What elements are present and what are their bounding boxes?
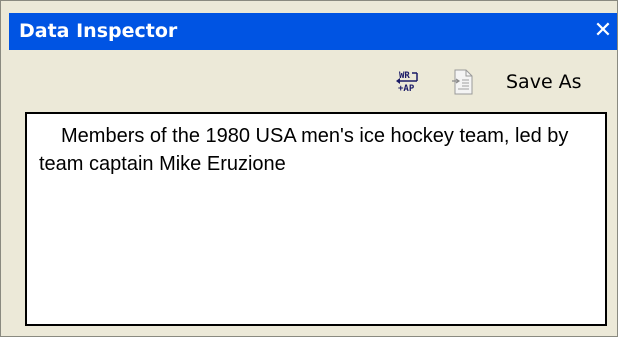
title-bar[interactable]: Data Inspector ✕ — [9, 13, 617, 50]
toolbar: WR +AP Save As — [9, 50, 617, 112]
save-as-button[interactable]: Save As — [506, 71, 582, 93]
export-document-icon[interactable] — [449, 68, 475, 96]
close-icon: ✕ — [593, 18, 613, 43]
svg-text:+AP: +AP — [398, 84, 415, 94]
inspector-text: Members of the 1980 USA men's ice hockey… — [39, 125, 569, 175]
close-button[interactable]: ✕ — [590, 18, 616, 44]
word-wrap-icon[interactable]: WR +AP — [395, 68, 421, 96]
inspector-content[interactable]: Members of the 1980 USA men's ice hockey… — [25, 112, 607, 326]
data-inspector-window: Data Inspector ✕ WR +AP Save As Members … — [0, 0, 618, 337]
svg-text:WR: WR — [399, 71, 410, 81]
window-title: Data Inspector — [19, 20, 178, 42]
